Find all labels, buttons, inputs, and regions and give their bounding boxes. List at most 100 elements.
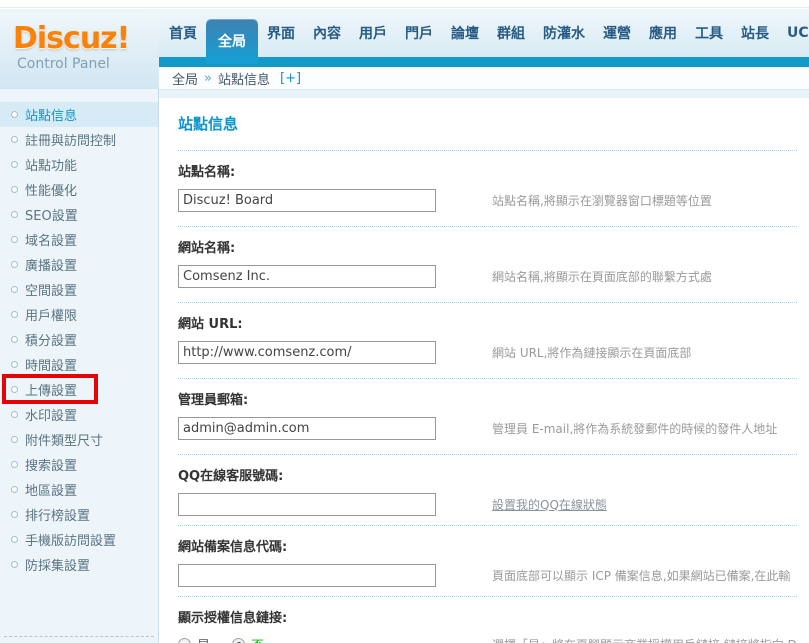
sidebar-bottom-divider	[4, 636, 154, 637]
nav-item-home[interactable]: 首頁	[160, 23, 206, 43]
sidebar-item-user-permissions[interactable]: 用戶權限	[0, 302, 158, 327]
sidebar-item-label: 附件類型尺寸	[25, 434, 104, 449]
nav-item-interface[interactable]: 界面	[258, 23, 304, 43]
nav-item-forum[interactable]: 論壇	[442, 23, 488, 43]
bullet-icon	[11, 136, 18, 143]
nav-item-antispam[interactable]: 防灌水	[534, 23, 594, 43]
sidebar-item-ranking[interactable]: 排行榜設置	[0, 502, 158, 527]
qq-online-status-link[interactable]: 設置我的QQ在線狀態	[492, 496, 607, 513]
field-label: QQ在線客服號碼:	[178, 469, 284, 484]
bullet-icon	[11, 561, 18, 568]
field-label: 顯示授權信息鏈接:	[178, 611, 288, 626]
field-group-website-name: 網站名稱: 網站名稱,將顯示在頁面底部的聯繫方式處	[178, 227, 797, 303]
radio-label-yes: 是	[197, 635, 210, 643]
field-help-text: 頁面底部可以顯示 ICP 備案信息,如果網站已備案,在此輸	[492, 569, 791, 583]
field-group-website-url: 網站 URL: 網站 URL,將作為鏈接顯示在頁面底部	[178, 303, 797, 379]
sidebar-item-label: 搜索設置	[25, 459, 78, 474]
radio-checked-icon[interactable]	[232, 638, 246, 643]
bullet-icon	[11, 511, 18, 518]
sidebar-item-site-info[interactable]: 站點信息	[0, 102, 158, 127]
nav-item-ucenter[interactable]: UCenter	[778, 25, 809, 41]
breadcrumb-separator-icon: »	[204, 70, 212, 86]
radio-label-no: 否	[251, 635, 264, 643]
field-group-qq-service: QQ在線客服號碼: 設置我的QQ在線狀態	[178, 455, 797, 526]
sidebar-item-label: 積分設置	[25, 334, 78, 349]
breadcrumb-section[interactable]: 全局	[172, 69, 198, 88]
logo-subtitle: Control Panel	[17, 56, 110, 72]
sidebar-item-broadcast[interactable]: 廣播設置	[0, 252, 158, 277]
license-link-radio-yes[interactable]: 是	[178, 635, 210, 643]
nav-item-operation[interactable]: 運營	[594, 23, 640, 43]
sidebar-item-site-functions[interactable]: 站點功能	[0, 152, 158, 177]
sidebar-item-label: 空間設置	[25, 284, 78, 299]
breadcrumb-page: 站點信息	[217, 72, 270, 88]
discuz-admin-page: Discuz! Control Panel 首頁 全局 界面 內容 用戶 門戶 …	[0, 0, 809, 643]
logo-area: Discuz! Control Panel	[0, 9, 159, 89]
sidebar-item-seo[interactable]: SEO設置	[0, 202, 158, 227]
field-group-license-link: 顯示授權信息鏈接: 是 否 選擇「是」將在頁腳顯示商業授權用戶鏈接,鏈接將指向 …	[178, 597, 797, 643]
sidebar-item-label: 註冊與訪問控制	[25, 134, 117, 149]
top-strip	[0, 0, 809, 8]
nav-item-users[interactable]: 用戶	[350, 23, 396, 43]
sidebar-item-mobile-access[interactable]: 手機版訪問設置	[0, 527, 158, 552]
bullet-icon	[11, 361, 18, 368]
sidebar-item-domain[interactable]: 域名設置	[0, 227, 158, 252]
qq-number-input[interactable]	[178, 493, 436, 516]
bullet-icon	[11, 311, 18, 318]
field-help-text: 站點名稱,將顯示在瀏覽器窗口標題等位置	[492, 194, 712, 208]
sidebar-item-credits[interactable]: 積分設置	[0, 327, 158, 352]
sidebar-item-search[interactable]: 搜索設置	[0, 452, 158, 477]
sidebar-item-label: 水印設置	[25, 409, 78, 424]
bullet-icon	[11, 411, 18, 418]
site-name-input[interactable]	[178, 189, 436, 212]
license-link-radio-no[interactable]: 否	[232, 635, 264, 643]
bullet-icon	[11, 236, 18, 243]
page-title: 站點信息	[178, 115, 239, 133]
sidebar-item-label: 防採集設置	[25, 559, 91, 574]
sidebar-menu: 站點信息 註冊與訪問控制 站點功能 性能優化 SEO設置 域名設置 廣播設置 空…	[0, 89, 159, 643]
website-url-input[interactable]	[178, 341, 436, 364]
breadcrumb: 全局 » 站點信息 [+]	[159, 67, 809, 90]
nav-item-content[interactable]: 內容	[304, 23, 350, 43]
field-label: 站點名稱:	[178, 165, 236, 180]
breadcrumb-expand-toggle[interactable]: [+]	[280, 71, 301, 86]
bullet-icon	[11, 461, 18, 468]
sidebar-item-anticollection[interactable]: 防採集設置	[0, 552, 158, 577]
bullet-icon	[11, 161, 18, 168]
field-help-text: 管理員 E-mail,將作為系統發郵件的時候的發件人地址	[492, 422, 778, 436]
website-name-input[interactable]	[178, 265, 436, 288]
field-help-text: 選擇「是」將在頁腳顯示商業授權用戶鏈接,鏈接將指向 D	[492, 636, 797, 643]
field-help-text: 網站名稱,將顯示在頁面底部的聯繫方式處	[492, 270, 712, 284]
bullet-icon	[11, 211, 18, 218]
sidebar-item-label: 性能優化	[25, 184, 78, 199]
nav-item-portal[interactable]: 門戶	[396, 23, 442, 43]
field-group-site-name: 站點名稱: 站點名稱,將顯示在瀏覽器窗口標題等位置	[178, 151, 797, 227]
discuz-logo: Discuz!	[13, 21, 130, 56]
sidebar-item-watermark[interactable]: 水印設置	[0, 402, 158, 427]
main-content: 站點信息 站點名稱: 站點名稱,將顯示在瀏覽器窗口標題等位置 網站名稱: 網站名…	[160, 98, 809, 643]
nav-item-groups[interactable]: 群組	[488, 23, 534, 43]
bullet-icon	[11, 111, 18, 118]
field-group-icp-code: 網站備案信息代碼: 頁面底部可以顯示 ICP 備案信息,如果網站已備案,在此輸	[178, 526, 797, 597]
sidebar-item-label: 廣播設置	[25, 259, 78, 274]
sidebar-item-space[interactable]: 空間設置	[0, 277, 158, 302]
sidebar-item-district[interactable]: 地區設置	[0, 477, 158, 502]
bullet-icon	[11, 436, 18, 443]
field-label: 管理員郵箱:	[178, 393, 249, 408]
nav-item-apps[interactable]: 應用	[640, 23, 686, 43]
radio-unchecked-icon[interactable]	[178, 638, 191, 643]
nav-item-tools[interactable]: 工具	[686, 23, 732, 43]
nav-item-global-active[interactable]: 全局	[206, 18, 258, 64]
admin-email-input[interactable]	[178, 417, 436, 440]
sidebar-item-label: 地區設置	[25, 484, 78, 499]
sidebar-item-label: 時間設置	[25, 359, 78, 374]
icp-code-input[interactable]	[178, 564, 436, 587]
sidebar-item-performance[interactable]: 性能優化	[0, 177, 158, 202]
sidebar-item-attachment-types[interactable]: 附件類型尺寸	[0, 427, 158, 452]
sidebar-item-label: 排行榜設置	[25, 509, 91, 524]
nav-item-webmaster[interactable]: 站長	[732, 23, 778, 43]
field-label: 網站名稱:	[178, 241, 236, 256]
sidebar-item-register-access[interactable]: 註冊與訪問控制	[0, 127, 158, 152]
content-top-strip	[159, 90, 809, 98]
bullet-icon	[11, 286, 18, 293]
